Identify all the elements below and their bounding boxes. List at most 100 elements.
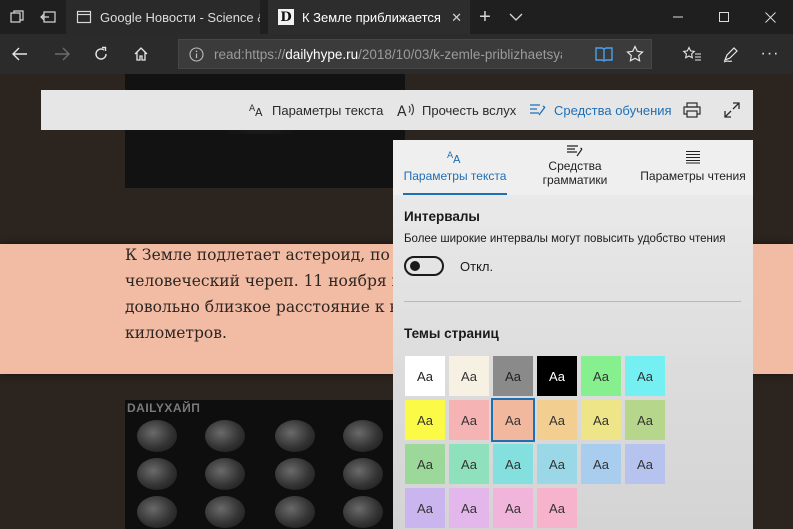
minimize-icon[interactable] [655,0,701,34]
url-path: /2018/10/03/k-zemle-priblizhaetsya-aste [358,47,562,62]
read-aloud-button[interactable]: A Прочесть вслух [397,90,516,130]
page-theme-swatch[interactable]: Aa [625,356,665,396]
asteroid-image [275,458,315,490]
new-tab-icon[interactable]: + [475,6,495,28]
page-theme-swatch[interactable]: Aa [581,400,621,440]
asteroid-image [343,420,383,452]
read-aloud-label: Прочесть вслух [422,102,517,118]
favorite-star-icon[interactable] [626,45,644,63]
url-scheme: read:https:// [214,47,286,62]
page-theme-swatch[interactable]: Aa [537,444,577,484]
learning-tools-icon [529,103,547,117]
article-line: К Земле подлетает астероид, по ф [125,246,407,264]
read-aloud-icon: A [397,102,415,118]
page-theme-swatch[interactable]: Aa [625,400,665,440]
article-image-asteroids: DAILYХАЙП [125,400,405,529]
panel-tabs: AA Параметры текста Средства грамматики … [393,140,753,195]
page-theme-swatch[interactable]: Aa [449,488,489,528]
spacing-toggle[interactable] [404,256,444,276]
reading-lines-icon [633,150,753,166]
print-icon[interactable] [683,90,701,130]
tab-title: К Земле приближается [302,9,441,25]
tab-title: Google Новости - Science & [100,9,260,25]
asteroid-image [205,420,245,452]
site-favicon: D [278,9,294,25]
page-theme-swatch[interactable]: Aa [449,356,489,396]
tab-label: Средства грамматики [542,159,608,187]
home-icon[interactable] [129,42,153,66]
page-theme-swatch[interactable]: Aa [537,356,577,396]
page-theme-swatch[interactable]: Aa [405,400,445,440]
close-tab-icon[interactable]: ✕ [451,10,462,26]
page-icon [76,10,92,24]
back-icon[interactable] [8,42,32,66]
reading-toolbar: AA Параметры текста A Прочесть вслух Сре… [41,90,753,130]
page-theme-swatch[interactable]: Aa [449,400,489,440]
asteroid-image [275,420,315,452]
text-settings-label: Параметры текста [272,102,384,118]
article-line: довольно близкое расстояние к н [125,298,400,316]
info-icon[interactable] [189,47,204,62]
set-aside-tabs-icon[interactable] [38,7,58,27]
tab-reading-preferences[interactable]: Параметры чтения [633,140,753,195]
article-line: человеческий череп. 11 ноября но [125,272,412,290]
pen-icon[interactable] [719,42,743,66]
asteroid-image [137,496,177,528]
page-theme-swatch[interactable]: Aa [581,356,621,396]
url-host: dailyhype.ru [285,47,359,62]
spacing-description: Более широкие интервалы могут повысить у… [404,233,726,245]
toggle-knob [410,261,420,271]
page-theme-swatch[interactable]: Aa [491,398,535,442]
asteroid-image [343,496,383,528]
spacing-toggle-state: Откл. [460,259,494,274]
close-window-icon[interactable] [747,0,793,34]
tab-label: Параметры чтения [640,169,746,183]
page-theme-swatch[interactable]: Aa [493,488,533,528]
page-theme-swatch[interactable]: Aa [493,356,533,396]
page-themes-title: Темы страниц [404,326,499,341]
spacing-title: Интервалы [404,209,480,224]
learning-tools-button[interactable]: Средства обучения [529,90,672,130]
grammar-icon [521,144,629,158]
page-theme-swatch[interactable]: Aa [537,400,577,440]
page-theme-swatch[interactable]: Aa [405,356,445,396]
reading-view-icon[interactable] [595,46,613,62]
asteroid-image [137,420,177,452]
page-theme-swatch[interactable]: Aa [405,488,445,528]
svg-text:A: A [255,106,263,117]
text-size-icon: AA [249,103,265,117]
tab-grammar-tools[interactable]: Средства грамматики [521,140,629,195]
divider [404,301,741,302]
page-theme-swatch[interactable]: Aa [581,444,621,484]
more-icon[interactable]: ··· [758,42,782,66]
asteroid-image [275,496,315,528]
tab-google-news[interactable]: Google Новости - Science & [66,0,260,34]
svg-text:A: A [453,153,461,164]
asteroid-image [137,458,177,490]
image-watermark: DAILYХАЙП [127,401,201,415]
title-bar: Google Новости - Science & D К Земле при… [0,0,793,34]
tab-label: Параметры текста [403,169,507,183]
tab-text-options[interactable]: AA Параметры текста [399,140,511,195]
refresh-icon[interactable] [89,42,113,66]
page-theme-swatch[interactable]: Aa [449,444,489,484]
svg-text:A: A [397,104,407,118]
page-theme-swatch[interactable]: Aa [493,444,533,484]
reading-view-page: К Земле подлетает астероид, по ф человеч… [0,74,793,529]
chevron-down-icon[interactable] [506,7,526,27]
fullscreen-icon[interactable] [724,90,740,130]
address-bar[interactable]: read:https://dailyhype.ru/2018/10/03/k-z… [178,39,652,69]
forward-icon[interactable] [50,42,74,66]
tab-article[interactable]: D К Земле приближается ✕ [268,0,470,34]
url-text[interactable]: read:https://dailyhype.ru/2018/10/03/k-z… [214,47,562,62]
page-theme-swatch[interactable]: Aa [537,488,577,528]
favorites-list-icon[interactable] [680,42,704,66]
page-theme-swatch[interactable]: Aa [625,444,665,484]
page-theme-swatch[interactable]: Aa [405,444,445,484]
learning-tools-panel: AA Параметры текста Средства грамматики … [393,140,753,529]
text-settings-button[interactable]: AA Параметры текста [249,90,383,130]
article-line: километров. [125,324,227,342]
tab-actions-icon[interactable] [7,7,27,27]
asteroid-image [205,458,245,490]
maximize-icon[interactable] [701,0,747,34]
